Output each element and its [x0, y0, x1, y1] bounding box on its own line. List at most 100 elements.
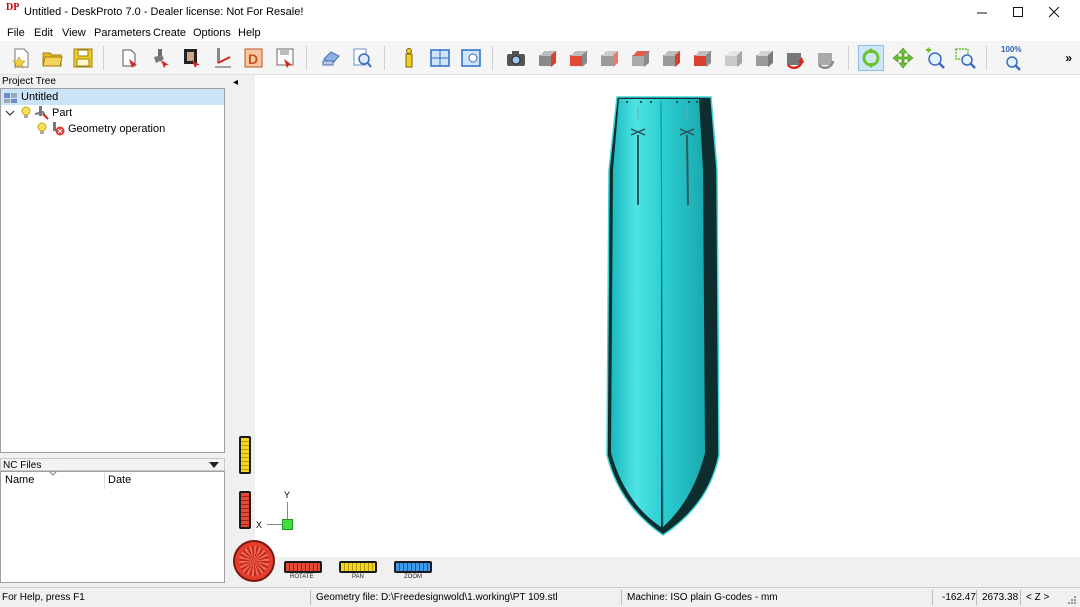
tree-item-untitled[interactable]: Untitled [1, 89, 224, 105]
maximize-button[interactable] [1000, 0, 1036, 24]
view-rotate-button[interactable] [782, 45, 808, 71]
close-button[interactable] [1036, 0, 1072, 24]
maximize-icon [1012, 6, 1023, 17]
viewport-side-strip: ◂ [230, 75, 255, 585]
status-machine: Machine: ISO plain G-codes - mm [627, 592, 778, 603]
operation-parameters-button[interactable] [179, 45, 205, 71]
chevron-down-icon [5, 110, 15, 116]
part-icon [35, 106, 49, 120]
status-coord-x: -162.47 [942, 592, 976, 603]
nc-files-list[interactable]: Name Date [0, 471, 225, 583]
tool-button[interactable] [210, 45, 236, 71]
menu-view[interactable]: View [62, 27, 86, 39]
create-nc-icon: D [244, 48, 263, 68]
camera-icon [507, 51, 525, 66]
save-nc-icon [276, 48, 294, 68]
reset-view-icon [818, 53, 835, 69]
print-button[interactable] [318, 45, 344, 71]
zoom-window-button[interactable] [952, 45, 978, 71]
pan-wheel[interactable] [339, 561, 377, 573]
cutter-icon [215, 48, 231, 68]
nc-col-name[interactable]: Name [5, 474, 34, 486]
view-left-button[interactable] [627, 45, 653, 71]
minimize-button[interactable] [964, 0, 1000, 24]
3d-viewport[interactable] [230, 75, 1080, 585]
axis-y-label: Y [284, 490, 291, 500]
menu-file[interactable]: File [7, 27, 25, 39]
view-iso-button[interactable] [534, 45, 560, 71]
pan-vertical-wheel[interactable] [239, 436, 251, 474]
screenshot-button[interactable] [503, 45, 529, 71]
minimize-icon [976, 12, 987, 13]
status-geometry-file: Geometry file: D:\Freedesignwold\1.worki… [316, 592, 558, 603]
view-detail-icon [461, 49, 481, 67]
project-parameters-button[interactable] [117, 45, 143, 71]
zoom-100-button[interactable]: 100% [998, 45, 1028, 71]
part-parameters-button[interactable] [148, 45, 174, 71]
create-nc-button[interactable]: D [241, 45, 267, 71]
cube-shaded-icon [754, 49, 775, 68]
axis-origin-marker [282, 519, 293, 530]
tree-label-untitled: Untitled [21, 91, 59, 103]
zoom-wheel[interactable] [394, 561, 432, 573]
cube-top-icon [692, 49, 713, 68]
status-view-axis: < Z > [1026, 592, 1050, 603]
view-shaded-button[interactable] [751, 45, 777, 71]
cube-back-icon [599, 49, 620, 68]
save-project-button[interactable] [70, 45, 96, 71]
axis-x-label: X [256, 520, 263, 530]
menu-help[interactable]: Help [238, 27, 261, 39]
rotate-vertical-wheel[interactable] [239, 491, 251, 529]
nc-col-date[interactable]: Date [108, 474, 131, 486]
part-params-icon [154, 49, 169, 68]
menu-edit[interactable]: Edit [34, 27, 53, 39]
view-control-strip: ROTATE PAN ZOOM [230, 540, 1080, 585]
zoom-window-icon [955, 48, 976, 69]
resize-grip-icon [1068, 596, 1076, 604]
preview-button[interactable] [349, 45, 375, 71]
zoom-mode-button[interactable] [921, 45, 947, 71]
tree-item-geometry-operation[interactable]: Geometry operation [1, 121, 224, 137]
title-bar: DP Untitled - DeskProto 7.0 - Dealer lic… [0, 0, 1080, 24]
view-reset-button[interactable] [813, 45, 839, 71]
collapse-panel-icon[interactable]: ◂ [233, 77, 238, 88]
cube-bottom-icon [723, 49, 744, 68]
view-back-button[interactable] [596, 45, 622, 71]
close-icon [1048, 6, 1059, 17]
rotate-mode-button[interactable] [858, 45, 884, 71]
nc-files-header[interactable]: NC Files [0, 458, 225, 471]
project-tree[interactable]: Untitled Part Geometry operation [0, 88, 225, 453]
deskproto-logo-icon: DP [6, 2, 20, 13]
toolbar-overflow-icon[interactable]: » [1065, 51, 1072, 65]
info-button[interactable] [396, 45, 422, 71]
toolbar: D 100% » [0, 41, 1080, 75]
menu-options[interactable]: Options [193, 27, 231, 39]
hull-model [606, 96, 720, 536]
menu-parameters[interactable]: Parameters [94, 27, 151, 39]
status-help-text: For Help, press F1 [2, 592, 85, 603]
status-bar: For Help, press F1 Geometry file: D:\Fre… [0, 587, 1080, 607]
view-front-button[interactable] [565, 45, 591, 71]
svg-text:D: D [248, 51, 258, 67]
nc-files-title: NC Files [3, 460, 42, 471]
rotate-wheel[interactable] [284, 561, 322, 573]
menu-create[interactable]: Create [153, 27, 186, 39]
rotate-view-icon [787, 53, 804, 69]
window-layout-icon [430, 49, 450, 67]
preview-icon [353, 48, 372, 68]
sort-indicator-icon [49, 471, 57, 476]
save-nc-button[interactable] [272, 45, 298, 71]
window-layout-button[interactable] [427, 45, 453, 71]
rotate-dial[interactable] [233, 540, 275, 582]
new-project-button[interactable] [8, 45, 34, 71]
cube-left-icon [630, 49, 651, 68]
pan-arrows-icon [892, 47, 914, 69]
view-detail-button[interactable] [458, 45, 484, 71]
open-project-button[interactable] [39, 45, 65, 71]
tree-item-part[interactable]: Part [1, 105, 224, 121]
view-right-button[interactable] [658, 45, 684, 71]
pan-mode-button[interactable] [890, 45, 916, 71]
pan-label: PAN [352, 574, 364, 580]
view-top-button[interactable] [689, 45, 715, 71]
view-bottom-button[interactable] [720, 45, 746, 71]
